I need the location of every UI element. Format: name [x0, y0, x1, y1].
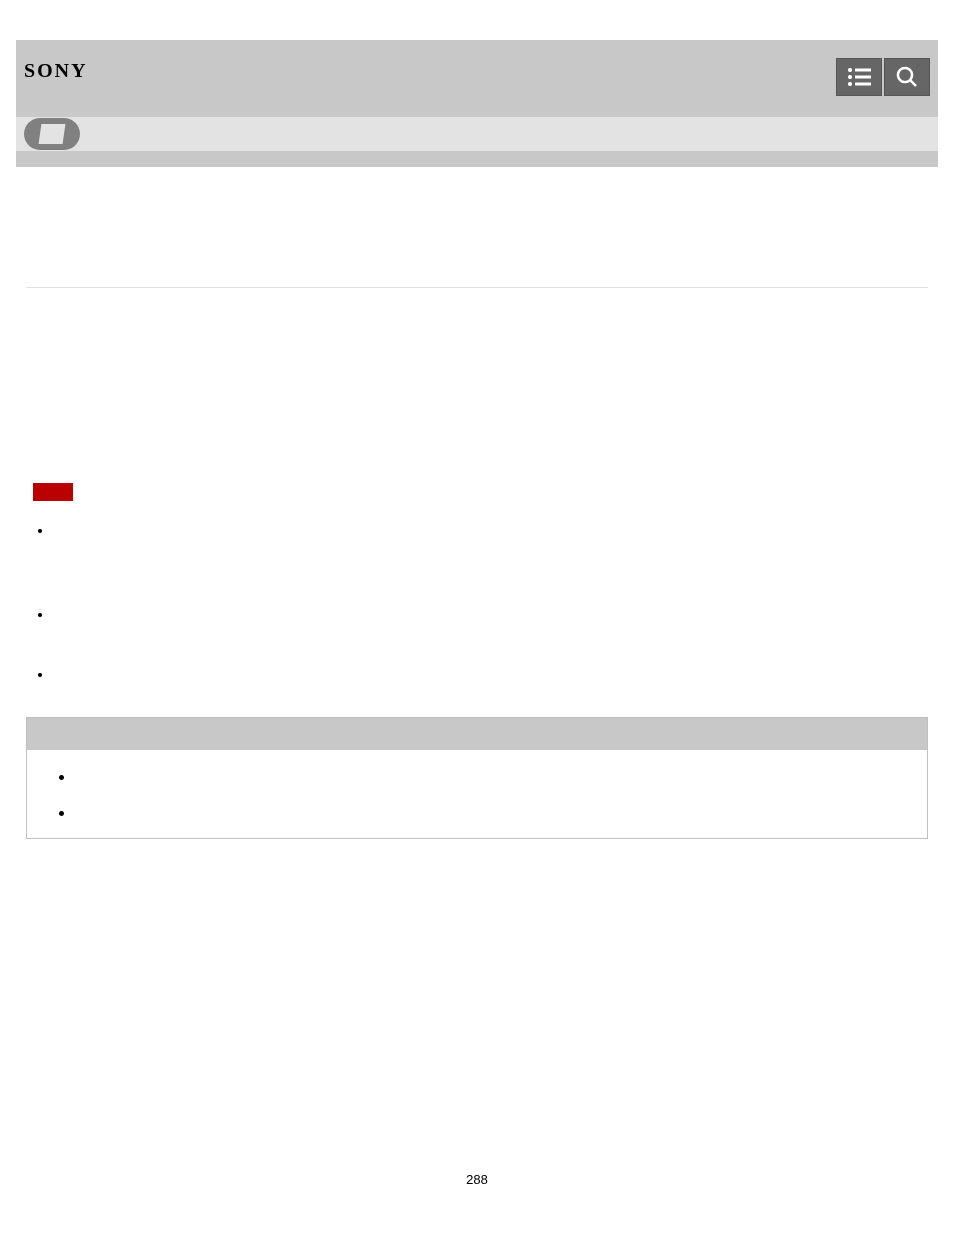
list-icon — [847, 67, 871, 87]
search-icon — [896, 66, 918, 88]
list-item — [38, 523, 928, 543]
info-box — [26, 717, 928, 839]
main-list — [38, 523, 928, 687]
red-label-box — [33, 483, 73, 501]
search-button[interactable] — [884, 58, 930, 96]
content-area — [16, 167, 938, 849]
divider — [26, 287, 928, 288]
list-item — [38, 667, 928, 687]
list-item — [38, 607, 928, 627]
menu-list-button[interactable] — [836, 58, 882, 96]
grey-bar — [16, 151, 938, 167]
info-box-header — [27, 718, 927, 750]
sub-header-bar — [16, 117, 938, 151]
book-icon[interactable] — [24, 118, 80, 150]
header-bar: SONY — [16, 40, 938, 117]
list-item — [59, 806, 911, 822]
sony-logo: SONY — [24, 60, 88, 83]
header-buttons — [836, 58, 930, 96]
info-box-content — [27, 750, 927, 838]
sub-list — [59, 770, 911, 822]
list-item — [59, 770, 911, 786]
page-number: 288 — [466, 1172, 488, 1187]
